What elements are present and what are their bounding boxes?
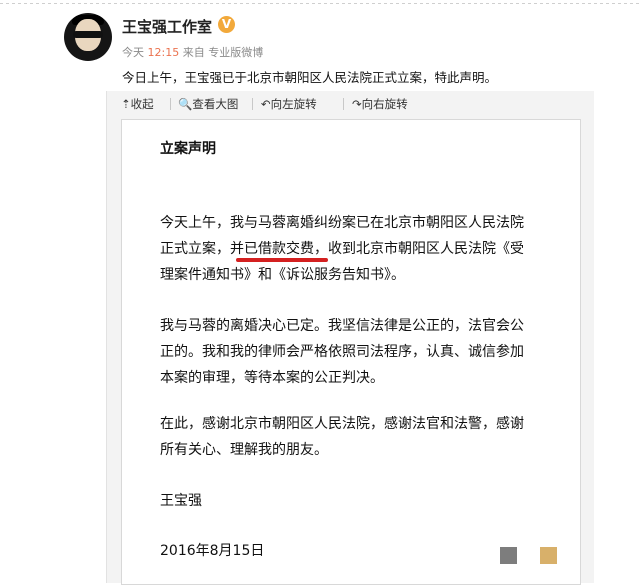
paragraph-2: 我与马蓉的离婚决心已定。我坚信法律是公正的，法官会公 正的。我和我的律师会严格依… [160,313,560,391]
post-time-link[interactable]: 12:15 [148,46,180,59]
top-divider [0,3,640,4]
highlight-underline [236,258,328,262]
username-link[interactable]: 王宝强工作室 [122,16,212,37]
paragraph-line: 本案的审理，等待本案的公正判决。 [160,370,384,386]
paragraph-1: 今天上午，我与马蓉离婚纠纷案已在北京市朝阳区人民法院 正式立案，并已借款交费，收… [160,210,560,288]
toolbar-separator [343,98,344,110]
view-large-button[interactable]: 🔍查看大图 [178,96,238,112]
tan-square-icon [540,547,557,564]
paragraph-line: 正的。我和我的律师会严格依照司法程序，认真、诚信参加 [160,344,524,360]
paragraph-line: 在此，感谢北京市朝阳区人民法院，感谢法官和法警，感谢 [160,416,524,432]
rotate-right-button[interactable]: ↷向右旋转 [352,96,408,112]
collapse-button[interactable]: ⇡收起 [121,96,154,112]
signature: 王宝强 [160,493,202,509]
statement-date: 2016年8月15日 [160,543,265,559]
media-toolbar: ⇡收起 🔍查看大图 ↶向左旋转 ↷向右旋转 [106,93,593,115]
post-meta: 今天 12:15 来自 专业版微博 [122,44,263,60]
paragraph-line: 今天上午，我与马蓉离婚纠纷案已在北京市朝阳区人民法院 [160,215,524,231]
paragraph-line: 理案件通知书》和《诉讼服务告知书》。 [160,267,405,283]
paragraph-line: 正式立案，并已借款交费，收到北京市朝阳区人民法院《受 [160,241,524,257]
paragraph-line: 所有关心、理解我的朋友。 [160,442,328,458]
rotate-left-button[interactable]: ↶向左旋转 [261,96,317,112]
toolbar-separator [252,98,253,110]
paragraph-3: 在此，感谢北京市朝阳区人民法院，感谢法官和法警，感谢 所有关心、理解我的朋友。 [160,411,560,463]
post-text: 今日上午，王宝强已于北京市朝阳区人民法院正式立案，特此声明。 [122,70,498,85]
meta-source[interactable]: 来自 专业版微博 [179,46,264,59]
statement-title: 立案声明 [160,141,216,157]
verified-icon: V [218,16,235,33]
paragraph-line: 我与马蓉的离婚决心已定。我坚信法律是公正的，法官会公 [160,318,524,334]
meta-prefix: 今天 [122,46,148,59]
gray-square-icon [500,547,517,564]
avatar[interactable] [64,13,112,61]
toolbar-separator [170,98,171,110]
